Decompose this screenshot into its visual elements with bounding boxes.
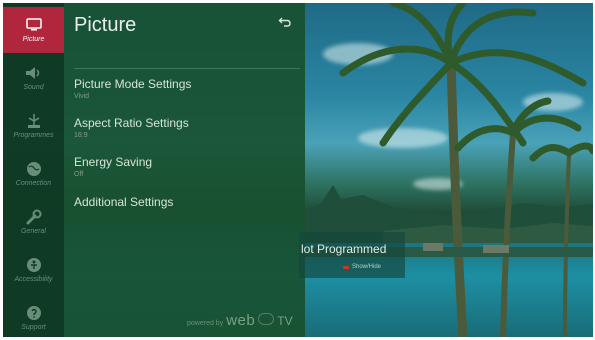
energy-saving-item[interactable]: Energy Saving Off: [74, 155, 299, 180]
divider: [74, 68, 300, 69]
wrench-icon: [24, 209, 44, 225]
sidebar-item-label: Sound: [23, 83, 44, 91]
sidebar-item-accessibility[interactable]: Accessibility: [3, 247, 64, 293]
sidebar-item-connection[interactable]: Connection: [3, 151, 64, 197]
sidebar-item-programmes[interactable]: Programmes: [3, 103, 64, 149]
menu-item-value: Vivid: [74, 93, 90, 100]
antenna-icon: [24, 113, 44, 129]
menu-item-value: Off: [74, 171, 84, 178]
settings-sidebar: Picture Sound Programmes Connection Gene…: [3, 3, 64, 337]
tv-screen: Picture Sound Programmes Connection Gene…: [3, 3, 593, 337]
back-arrow-icon[interactable]: [278, 15, 292, 29]
sidebar-item-sound[interactable]: Sound: [3, 55, 64, 101]
sidebar-item-support[interactable]: Support: [3, 295, 64, 337]
webos-logo: powered by web TV: [187, 312, 293, 329]
page-title: Picture: [74, 14, 137, 36]
menu-item-label: Additional Settings: [74, 195, 174, 209]
sidebar-item-label: General: [21, 227, 46, 235]
additional-settings-item[interactable]: Additional Settings: [74, 195, 299, 209]
sidebar-item-general[interactable]: General: [3, 199, 64, 245]
menu-item-label: Energy Saving: [74, 155, 153, 169]
brand-tv: TV: [277, 314, 293, 328]
menu-item-value: 16:9: [74, 132, 88, 139]
picture-mode-settings-item[interactable]: Picture Mode Settings Vivid: [74, 77, 299, 102]
sidebar-item-label: Programmes: [13, 131, 54, 139]
banner-title: lot Programmed: [301, 242, 387, 256]
show-hide-hint[interactable]: Show/Hide: [343, 264, 381, 270]
accessibility-icon: [24, 257, 44, 273]
picture-icon: [24, 17, 44, 33]
support-icon: [24, 305, 44, 321]
globe-icon: [24, 161, 44, 177]
sidebar-item-label: Accessibility: [14, 275, 53, 283]
os-logo-icon: [258, 313, 275, 325]
sidebar-item-label: Support: [21, 323, 46, 331]
red-button-icon: [343, 265, 349, 269]
brand-web: web: [226, 312, 256, 329]
palm-trees: [339, 3, 593, 337]
sidebar-item-label: Picture: [22, 35, 45, 43]
speaker-icon: [24, 65, 44, 81]
menu-item-label: Picture Mode Settings: [74, 77, 192, 91]
sidebar-item-picture[interactable]: Picture: [3, 7, 64, 53]
not-programmed-banner: lot Programmed Show/Hide: [299, 232, 405, 278]
picture-settings-panel: Picture Picture Mode Settings Vivid Aspe…: [64, 3, 305, 337]
sidebar-item-label: Connection: [15, 179, 52, 187]
aspect-ratio-settings-item[interactable]: Aspect Ratio Settings 16:9: [74, 116, 299, 141]
hint-label: Show/Hide: [352, 264, 382, 270]
powered-by-text: powered by: [187, 320, 224, 327]
menu-item-label: Aspect Ratio Settings: [74, 116, 189, 130]
